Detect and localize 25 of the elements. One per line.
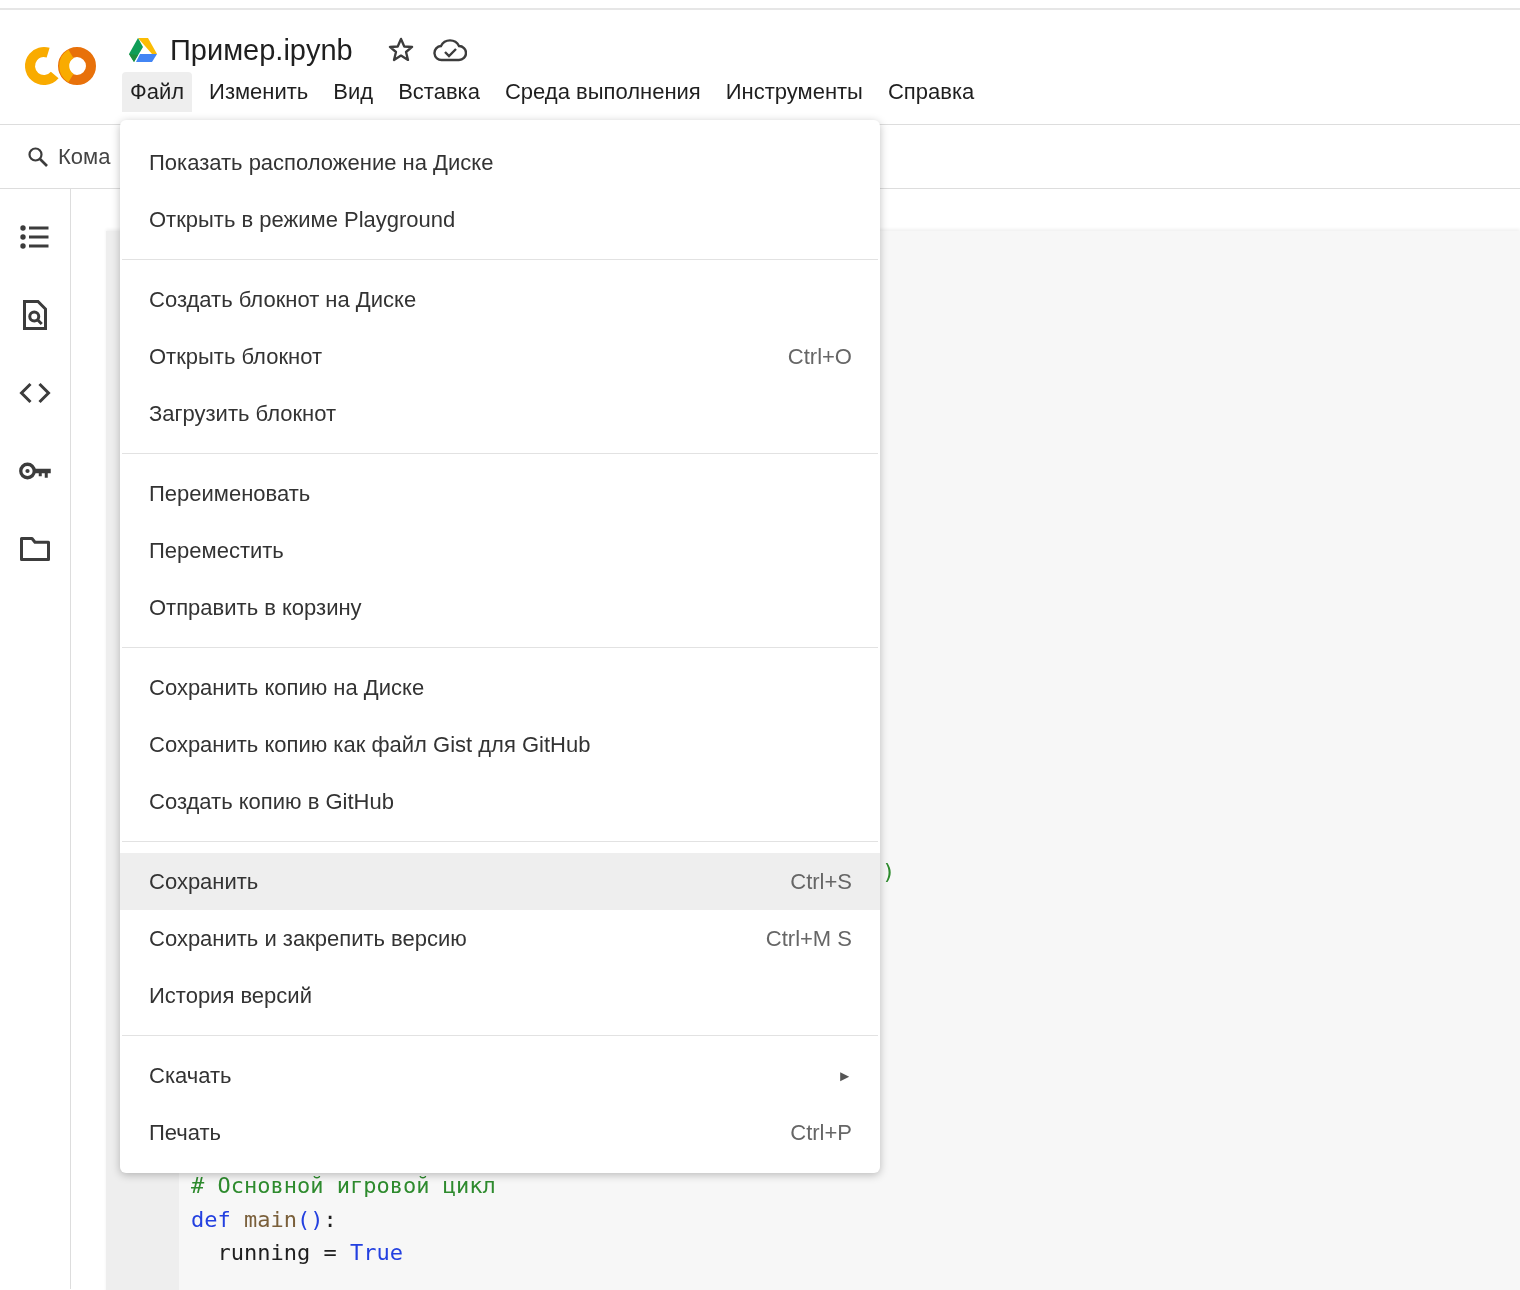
submenu-arrow: ► xyxy=(837,1067,852,1084)
shortcut-label: Ctrl+S xyxy=(790,868,852,895)
menu-item-label: История версий xyxy=(149,982,312,1009)
menu-item-label: Открыть в режиме Playground xyxy=(149,206,456,233)
menu-item-label: Открыть блокнот xyxy=(149,343,323,370)
menu-item-label: Печать xyxy=(149,1119,222,1146)
menu-item-label: Сохранить xyxy=(149,868,259,895)
shortcut-label: Ctrl+M S xyxy=(765,925,852,952)
code-fragment: ) xyxy=(882,859,896,884)
menu-item-label: Скачать xyxy=(149,1062,232,1089)
menu-item-label: Сохранить копию на Диске xyxy=(149,674,425,701)
code-line: def main(): xyxy=(191,1206,338,1234)
menu-item-label: Сохранить и закрепить версию xyxy=(149,925,467,952)
menu-item-label: Переместить xyxy=(149,537,284,564)
shortcut-label: Ctrl+O xyxy=(787,343,852,370)
menu-item-label: Показать расположение на Диске xyxy=(149,149,494,176)
menu-item-label: Сохранить копию как файл Gist для GitHub xyxy=(149,731,591,758)
shortcut-label: Ctrl+P xyxy=(790,1119,852,1146)
menu-item-label: Переименовать xyxy=(149,480,311,507)
menu-item-label: Загрузить блокнот xyxy=(149,400,337,427)
menu-item-label: Создать копию в GitHub xyxy=(149,788,394,815)
menu-item-label: Создать блокнот на Диске xyxy=(149,286,417,313)
code-line: running = True xyxy=(216,1240,404,1267)
code-line: # Основной игровой цикл xyxy=(191,1173,496,1200)
menu-item-label: Отправить в корзину xyxy=(149,594,362,621)
